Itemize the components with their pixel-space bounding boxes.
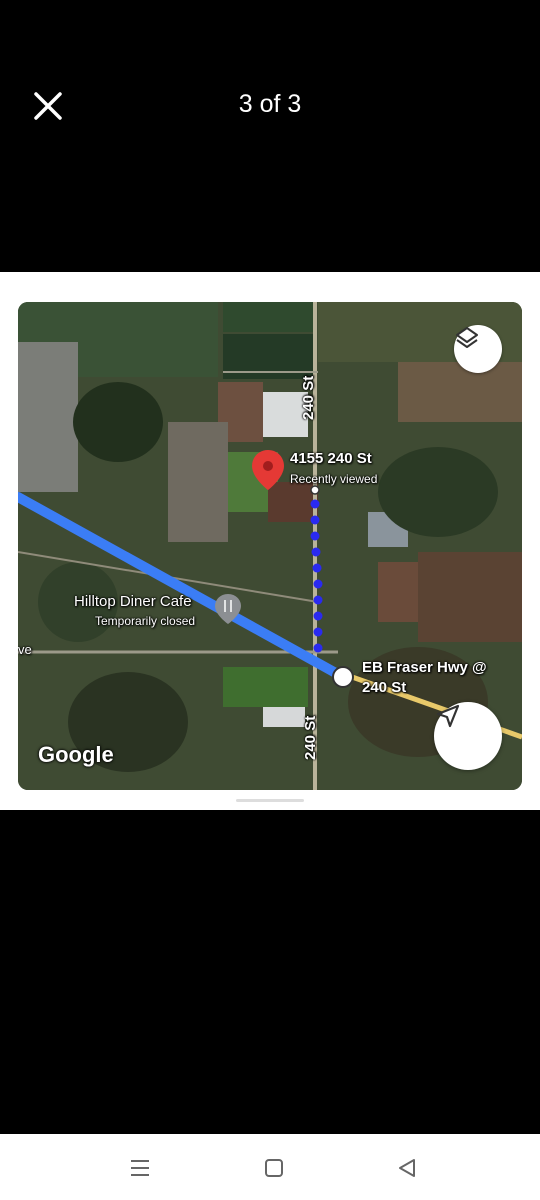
map-screenshot[interactable]: 240 St 240 St 4155 240 St Recently viewe…	[18, 302, 522, 790]
menu-icon	[131, 1160, 149, 1176]
viewer-header: 3 of 3	[0, 0, 540, 272]
google-logo: Google	[38, 742, 114, 767]
drag-handle[interactable]	[236, 799, 304, 802]
restaurant-name[interactable]: Hilltop Diner Cafe	[74, 593, 192, 610]
pin-address[interactable]: 4155 240 St	[290, 450, 372, 467]
home-icon	[265, 1159, 283, 1177]
layers-button[interactable]	[454, 325, 502, 373]
street-label-top: 240 St	[300, 375, 317, 420]
bus-stop-name[interactable]: EB Fraser Hwy @ 240 St	[362, 658, 487, 698]
navigation-arrow-icon	[436, 704, 460, 728]
image-container: 240 St 240 St 4155 240 St Recently viewe…	[0, 272, 540, 810]
image-counter: 3 of 3	[238, 90, 302, 118]
home-button[interactable]	[260, 1154, 288, 1182]
pin-status: Recently viewed	[290, 472, 378, 486]
recent-apps-button[interactable]	[126, 1154, 154, 1182]
bus-stop-line1: EB Fraser Hwy @	[362, 659, 487, 676]
directions-button[interactable]	[434, 702, 502, 770]
restaurant-status: Temporarily closed	[95, 614, 196, 628]
bus-stop-line2: 240 St	[362, 679, 407, 696]
layers-icon	[456, 327, 478, 348]
street-label-bottom: 240 St	[302, 715, 319, 760]
back-icon	[399, 1159, 415, 1177]
back-button[interactable]	[393, 1154, 421, 1182]
edge-street-label: ve	[18, 642, 32, 657]
system-navigation-bar	[0, 1134, 540, 1200]
